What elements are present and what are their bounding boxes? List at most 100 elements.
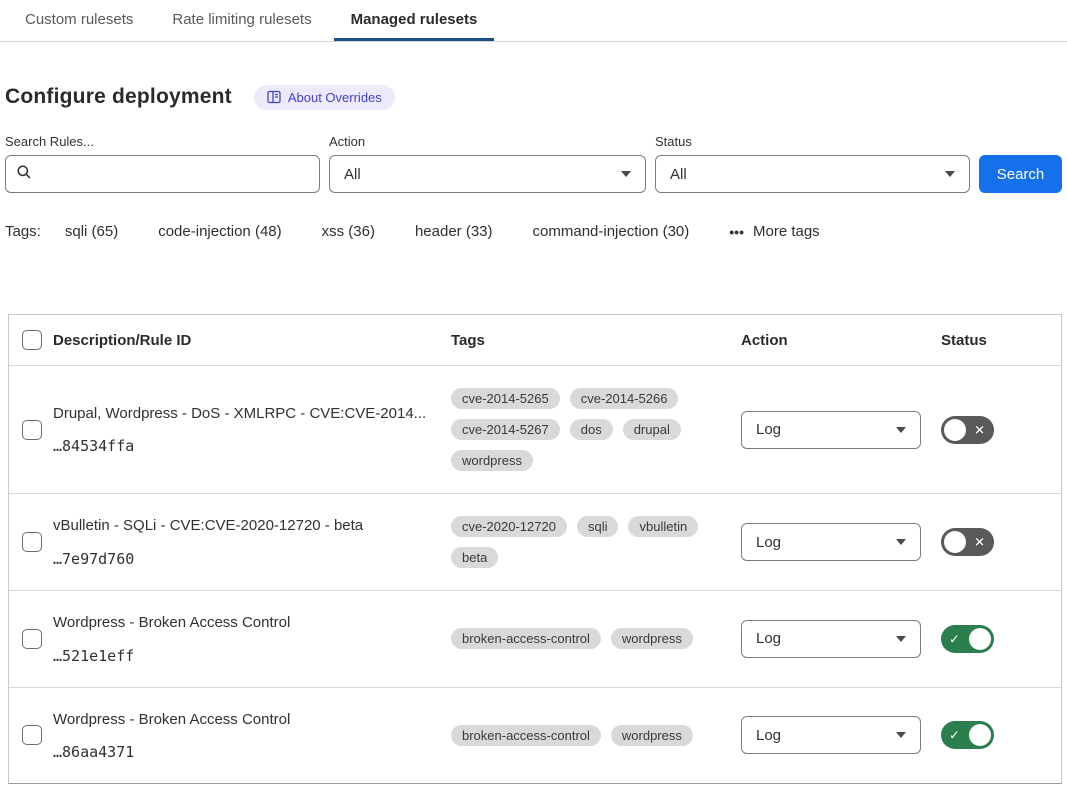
tag-pill: drupal xyxy=(623,419,681,440)
status-filter-label: Status xyxy=(655,134,970,149)
rule-title: Wordpress - Broken Access Control xyxy=(53,613,427,633)
toggle-state-icon xyxy=(949,729,960,742)
tag-pill: vbulletin xyxy=(628,516,698,537)
table-header-row: Description/Rule ID Tags Action Status xyxy=(9,315,1061,366)
chevron-down-icon xyxy=(945,171,955,177)
action-filter-group: Action All xyxy=(329,134,646,193)
tags-bar-label: Tags: xyxy=(5,223,41,240)
table-row: vBulletin - SQLi - CVE:CVE-2020-12720 - … xyxy=(9,494,1061,591)
column-header-action: Action xyxy=(741,332,941,349)
tag-link-command-injection[interactable]: command-injection (30) xyxy=(533,223,690,240)
rule-tags: cve-2014-5265 cve-2014-5266 cve-2014-526… xyxy=(451,388,741,471)
tag-pill: broken-access-control xyxy=(451,725,601,746)
search-button[interactable]: Search xyxy=(979,155,1062,193)
tab-rate-limiting-rulesets[interactable]: Rate limiting rulesets xyxy=(155,0,328,41)
rule-title: vBulletin - SQLi - CVE:CVE-2020-12720 - … xyxy=(53,516,427,536)
chevron-down-icon xyxy=(621,171,631,177)
tag-pill: cve-2014-5266 xyxy=(570,388,679,409)
tag-link-sqli[interactable]: sqli (65) xyxy=(65,223,118,240)
search-input-wrap xyxy=(5,155,320,193)
tag-link-header[interactable]: header (33) xyxy=(415,223,493,240)
search-input[interactable] xyxy=(40,166,309,183)
ellipsis-icon: ••• xyxy=(729,225,744,239)
chevron-down-icon xyxy=(896,539,906,545)
tab-custom-rulesets[interactable]: Custom rulesets xyxy=(8,0,150,41)
heading-row: Configure deployment About Overrides xyxy=(5,82,1067,112)
rule-id: …7e97d760 xyxy=(53,550,427,568)
tag-pill: cve-2014-5265 xyxy=(451,388,560,409)
status-filter-value: All xyxy=(670,166,687,183)
rule-status-toggle[interactable] xyxy=(941,625,994,653)
about-overrides-badge[interactable]: About Overrides xyxy=(254,85,395,110)
more-tags-label: More tags xyxy=(753,223,820,240)
action-filter-value: All xyxy=(344,166,361,183)
table-row: Drupal, Wordpress - DoS - XMLRPC - CVE:C… xyxy=(9,366,1061,494)
status-filter-select[interactable]: All xyxy=(655,155,970,193)
managed-rules-table: Description/Rule ID Tags Action Status D… xyxy=(8,314,1062,784)
row-checkbox[interactable] xyxy=(22,420,42,440)
select-all-checkbox[interactable] xyxy=(22,330,42,350)
rule-action-value: Log xyxy=(756,421,781,438)
more-tags-link[interactable]: ••• More tags xyxy=(729,223,819,240)
chevron-down-icon xyxy=(896,636,906,642)
tag-pill: cve-2014-5267 xyxy=(451,419,560,440)
toggle-state-icon xyxy=(974,536,985,549)
ruleset-tabbar: Custom rulesets Rate limiting rulesets M… xyxy=(0,0,1067,42)
rule-action-value: Log xyxy=(756,534,781,551)
tag-pill: broken-access-control xyxy=(451,628,601,649)
rule-status-toggle[interactable] xyxy=(941,721,994,749)
tag-pill: sqli xyxy=(577,516,619,537)
table-row: Wordpress - Broken Access Control …86aa4… xyxy=(9,688,1061,784)
rule-action-select[interactable]: Log xyxy=(741,523,921,561)
action-filter-select[interactable]: All xyxy=(329,155,646,193)
search-icon xyxy=(16,164,32,184)
tag-link-xss[interactable]: xss (36) xyxy=(322,223,375,240)
page-title: Configure deployment xyxy=(5,85,232,109)
tag-pill: dos xyxy=(570,419,613,440)
chevron-down-icon xyxy=(896,427,906,433)
search-label: Search Rules... xyxy=(5,134,320,149)
tag-pill: beta xyxy=(451,547,498,568)
rule-id: …84534ffa xyxy=(53,437,427,455)
column-header-tags: Tags xyxy=(451,332,741,349)
rule-status-toggle[interactable] xyxy=(941,528,994,556)
rule-tags: broken-access-control wordpress xyxy=(451,725,741,746)
toggle-knob xyxy=(944,531,966,553)
rule-action-select[interactable]: Log xyxy=(741,716,921,754)
toggle-state-icon xyxy=(974,423,985,436)
action-filter-label: Action xyxy=(329,134,646,149)
chevron-down-icon xyxy=(896,732,906,738)
rule-title: Drupal, Wordpress - DoS - XMLRPC - CVE:C… xyxy=(53,404,427,424)
toggle-knob xyxy=(969,628,991,650)
tag-link-code-injection[interactable]: code-injection (48) xyxy=(158,223,281,240)
row-checkbox[interactable] xyxy=(22,629,42,649)
toggle-knob xyxy=(969,724,991,746)
filters-row: Search Rules... Action All Status All Se… xyxy=(5,134,1062,193)
tab-managed-rulesets[interactable]: Managed rulesets xyxy=(334,0,495,41)
toggle-knob xyxy=(944,419,966,441)
rule-title: Wordpress - Broken Access Control xyxy=(53,710,427,730)
rule-action-value: Log xyxy=(756,630,781,647)
rule-action-select[interactable]: Log xyxy=(741,620,921,658)
column-header-status: Status xyxy=(941,332,1061,349)
row-checkbox[interactable] xyxy=(22,532,42,552)
rule-id: …521e1eff xyxy=(53,647,427,665)
book-icon xyxy=(267,90,281,104)
rule-action-value: Log xyxy=(756,727,781,744)
tag-pill: wordpress xyxy=(611,725,693,746)
tag-pill: wordpress xyxy=(451,450,533,471)
rule-tags: broken-access-control wordpress xyxy=(451,628,741,649)
tag-pill: cve-2020-12720 xyxy=(451,516,567,537)
search-field-group: Search Rules... xyxy=(5,134,320,193)
rule-tags: cve-2020-12720 sqli vbulletin beta xyxy=(451,516,741,568)
column-header-description: Description/Rule ID xyxy=(53,332,451,349)
tags-bar: Tags: sqli (65) code-injection (48) xss … xyxy=(5,223,1067,240)
rule-id: …86aa4371 xyxy=(53,743,427,761)
toggle-state-icon xyxy=(949,632,960,645)
rule-status-toggle[interactable] xyxy=(941,416,994,444)
status-filter-group: Status All xyxy=(655,134,970,193)
table-row: Wordpress - Broken Access Control …521e1… xyxy=(9,591,1061,688)
row-checkbox[interactable] xyxy=(22,725,42,745)
rule-action-select[interactable]: Log xyxy=(741,411,921,449)
about-overrides-label: About Overrides xyxy=(288,90,382,105)
